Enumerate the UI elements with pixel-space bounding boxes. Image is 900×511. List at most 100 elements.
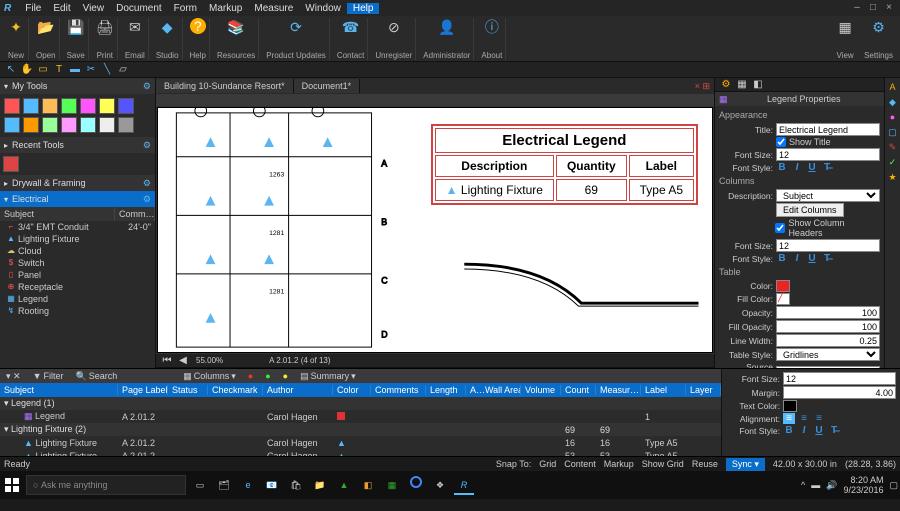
ribbon-about[interactable]: ⓘAbout (478, 18, 506, 60)
recent-header[interactable]: ▸Recent Tools⚙ (0, 137, 155, 153)
tool-callout[interactable]: ▱ (116, 63, 130, 77)
tab-props-icon[interactable]: ⚙ (719, 78, 733, 92)
col-author[interactable]: Author (263, 385, 333, 395)
tray-network-icon[interactable]: ▬ (811, 480, 820, 490)
taskbar-app[interactable]: ◧ (358, 475, 378, 495)
tool-pointer[interactable]: ↖ (4, 63, 18, 77)
search-button[interactable]: 🔍 Search (71, 371, 121, 382)
tool-snapshot[interactable]: ✂ (84, 63, 98, 77)
tree-row[interactable]: ☁Cloud (0, 245, 155, 257)
snap-grid[interactable]: Grid (539, 459, 556, 469)
taskbar-app[interactable]: 🗂 (214, 475, 234, 495)
ribbon-save[interactable]: 💾Save (64, 18, 89, 60)
strike-icon[interactable]: T̶ (821, 162, 833, 173)
side-icon[interactable]: A (887, 82, 899, 94)
tree-row[interactable]: ▯Panel (0, 269, 155, 281)
align-left-icon[interactable]: ≡ (783, 413, 795, 424)
select-sourcepages[interactable]: Current (776, 366, 880, 369)
taskbar-app[interactable]: ▲ (334, 475, 354, 495)
tree-row[interactable]: ↯Rooting (0, 305, 155, 317)
ribbon-new[interactable]: ✦New (4, 18, 29, 60)
input-title[interactable] (776, 123, 880, 136)
tool-item[interactable] (99, 98, 115, 114)
col-color[interactable]: Color (333, 385, 371, 395)
tray-volume-icon[interactable]: 🔊 (826, 480, 837, 491)
chk-showtitle[interactable] (776, 137, 786, 147)
nav-prev-icon[interactable]: ◀ (176, 354, 190, 368)
gear-icon[interactable]: ⚙ (143, 194, 151, 205)
gear-icon[interactable]: ⚙ (143, 140, 151, 151)
col-subject[interactable]: Subject (0, 385, 118, 395)
tab-layers-icon[interactable]: ▦ (735, 78, 749, 92)
menu-document[interactable]: Document (110, 3, 168, 14)
tool-item[interactable] (80, 98, 96, 114)
columns-button[interactable]: ▦ Columns ▾ (179, 371, 240, 382)
col-wallarea[interactable]: A…Wall Area (466, 385, 521, 395)
italic-icon[interactable]: I (791, 162, 803, 173)
menu-edit[interactable]: Edit (47, 3, 76, 14)
input-colfontsize[interactable] (776, 239, 880, 252)
align-center-icon[interactable]: ≡ (798, 413, 810, 424)
tabs-close-icon[interactable]: × ⊞ (691, 81, 714, 92)
window-minimize[interactable]: – (850, 2, 864, 14)
taskbar-app[interactable]: 📁 (310, 475, 330, 495)
col-pagelabel[interactable]: Page Label (118, 385, 168, 395)
col-status[interactable]: Status (168, 385, 208, 395)
tool-text[interactable]: T (52, 63, 66, 77)
select-tablestyle[interactable]: Gridlines (776, 348, 880, 361)
document-canvas[interactable]: ABCD 1281 1281 1263 Electrical Legend De… (157, 107, 713, 353)
taskbar-app[interactable]: 🛍 (286, 475, 306, 495)
side-icon[interactable]: ✎ (887, 142, 899, 154)
input-fillopacity[interactable] (776, 320, 880, 333)
ribbon-unregister[interactable]: ⊘Unregister (372, 18, 416, 60)
legend-table[interactable]: Electrical Legend DescriptionQuantityLab… (431, 124, 698, 205)
table-row[interactable]: ▲ Lighting Fixture A 2.01.2 Carol Hagen▲… (0, 436, 721, 449)
tool-pan[interactable]: ✋ (20, 63, 34, 77)
ribbon-help[interactable]: ?Help (187, 18, 210, 60)
tool-item[interactable] (4, 117, 20, 133)
side-icon[interactable]: ✓ (887, 157, 899, 169)
mytools-header[interactable]: ▾My Tools⚙ (0, 78, 155, 94)
tool-icon[interactable]: ● (279, 371, 292, 381)
col-comments[interactable]: Comm… (115, 207, 155, 221)
swatch-fillcolor[interactable]: ╱ (776, 293, 790, 305)
font-style-buttons[interactable]: BIUT̶ (776, 162, 833, 173)
swatch-textcolor[interactable] (783, 400, 797, 412)
ribbon-open[interactable]: 📂Open (33, 18, 60, 60)
ribbon-studio[interactable]: ◆Studio (153, 18, 183, 60)
menu-markup[interactable]: Markup (203, 3, 248, 14)
tool-icon[interactable]: ● (261, 371, 274, 381)
select-description[interactable]: Subject (776, 189, 880, 202)
side-icon[interactable]: ◆ (887, 97, 899, 109)
tray-date[interactable]: 9/23/2016 (843, 485, 883, 495)
br-font-style[interactable]: BIUT̶ (783, 425, 840, 436)
sync-button[interactable]: Sync ▾ (726, 458, 765, 471)
ribbon-settings[interactable]: ⚙Settings (861, 18, 896, 60)
snap-content[interactable]: Content (564, 459, 596, 469)
menu-measure[interactable]: Measure (248, 3, 299, 14)
align-right-icon[interactable]: ≡ (813, 413, 825, 424)
doc-tab[interactable]: Building 10-Sundance Resort* (156, 79, 294, 93)
tool-item[interactable] (99, 117, 115, 133)
snap-markup[interactable]: Markup (604, 459, 634, 469)
window-maximize[interactable]: □ (866, 2, 880, 14)
drywall-header[interactable]: ▸Drywall & Framing⚙ (0, 175, 155, 191)
col-volume[interactable]: Volume (521, 385, 561, 395)
tool-item[interactable] (61, 98, 77, 114)
tool-item[interactable] (80, 117, 96, 133)
alignment-buttons[interactable]: ≡≡≡ (783, 413, 825, 424)
col-layer[interactable]: Layer (686, 385, 721, 395)
col-checkmark[interactable]: Checkmark (208, 385, 263, 395)
input-br-fontsize[interactable] (783, 372, 896, 385)
taskbar-app[interactable]: ❖ (430, 475, 450, 495)
ribbon-admin[interactable]: 👤Administrator (420, 18, 474, 60)
doc-tab[interactable]: Document1* (294, 79, 361, 93)
tab-3d-icon[interactable]: ◧ (751, 78, 765, 92)
tool-item[interactable] (3, 156, 19, 172)
tool-item[interactable] (61, 117, 77, 133)
bold-icon[interactable]: B (776, 162, 788, 173)
tree-row[interactable]: ▦Legend (0, 293, 155, 305)
table-group[interactable]: ▾ Legend (1) (0, 397, 721, 410)
tray-time[interactable]: 8:20 AM (843, 475, 883, 485)
reuse[interactable]: Reuse (692, 459, 718, 469)
